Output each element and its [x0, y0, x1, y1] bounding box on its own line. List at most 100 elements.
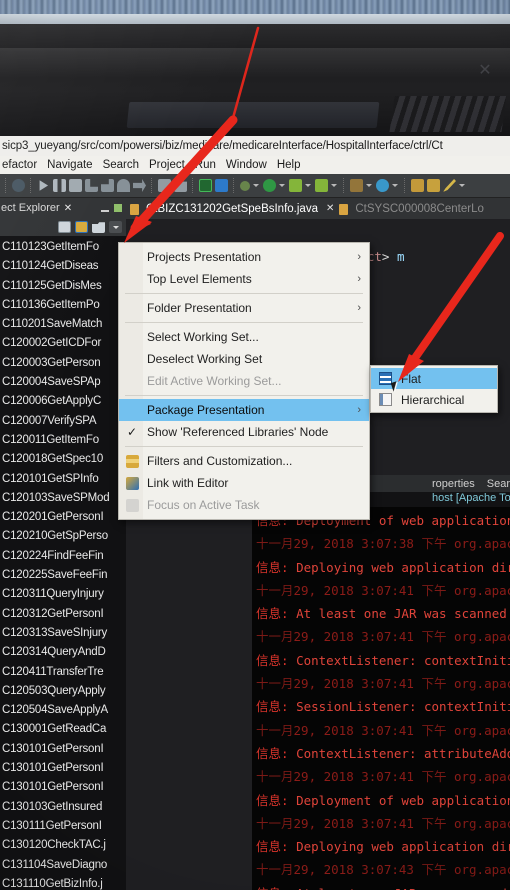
maximize-icon[interactable] — [114, 204, 122, 212]
menu-item-window[interactable]: Window — [226, 156, 267, 174]
save-all-icon[interactable] — [174, 181, 187, 192]
minimize-icon[interactable] — [101, 210, 109, 212]
project-explorer-tree[interactable]: C110123GetItemFo C110124GetDiseas C110125G… — [0, 236, 126, 890]
tree-item[interactable]: C120011GetItemFo — [0, 431, 126, 450]
tab-search[interactable]: Search — [487, 478, 510, 490]
debug-dropdown-icon[interactable] — [253, 179, 260, 192]
tree-item[interactable]: C120411TransferTre — [0, 663, 126, 682]
context-menu-item-label: Deselect Working Set — [147, 352, 263, 366]
tree-item[interactable]: C131104SaveDiagno — [0, 856, 126, 875]
debug-bug-icon[interactable] — [240, 180, 250, 191]
tree-item[interactable]: C120313SaveSInjury — [0, 624, 126, 643]
run-external-icon[interactable] — [289, 179, 302, 192]
open-type-icon[interactable] — [199, 179, 212, 192]
pencil-dropdown-icon[interactable] — [459, 179, 466, 192]
view-menu-button[interactable] — [109, 221, 122, 233]
tree-item[interactable]: C120312GetPersonI — [0, 605, 126, 624]
focus-working-set-icon[interactable] — [92, 222, 105, 233]
block-icon[interactable] — [12, 179, 25, 192]
console-output[interactable]: 信息: Deployment of web application d 十一月29… — [252, 507, 510, 890]
view-context-menu[interactable]: Projects Presentation › Top Level Elements… — [118, 242, 370, 520]
menu-item-project[interactable]: Project — [149, 156, 185, 174]
tree-item[interactable]: C130101GetPersonI — [0, 778, 126, 797]
tree-item[interactable]: C120006GetApplyC — [0, 392, 126, 411]
project-explorer-tab[interactable]: ect Explorer ✕ — [0, 198, 126, 218]
menu-item-refactor[interactable]: efactor — [2, 156, 37, 174]
tree-item[interactable]: C120504SaveApplyA — [0, 701, 126, 720]
context-menu-item[interactable]: Folder Presentation › — [119, 297, 369, 319]
resume-icon[interactable] — [39, 180, 49, 191]
tree-item[interactable]: C120002GetICDFor — [0, 334, 126, 353]
editor-tab-active[interactable]: CtBIZC131202GetSpeBsInfo.java — [146, 203, 318, 215]
close-icon[interactable]: ✕ — [326, 203, 334, 214]
terminate-icon[interactable] — [69, 179, 82, 192]
tree-item[interactable]: C110125GetDisMes — [0, 277, 126, 296]
tab-properties[interactable]: roperties — [432, 478, 475, 490]
submenu-item-flat[interactable]: Flat — [371, 368, 497, 389]
context-menu-item[interactable]: Select Working Set... — [119, 326, 369, 348]
external-dropdown-icon[interactable] — [305, 179, 312, 192]
collapse-all-icon[interactable] — [58, 221, 71, 233]
tree-item[interactable]: C120201GetPersonI — [0, 508, 126, 527]
edit-pencil-icon[interactable] — [443, 179, 456, 192]
menu-item-run[interactable]: Run — [195, 156, 216, 174]
menu-item-navigate[interactable]: Navigate — [47, 156, 92, 174]
profile-dropdown-icon[interactable] — [331, 179, 338, 192]
run-play-icon[interactable] — [263, 179, 276, 192]
context-menu-item[interactable]: ✓ Show 'Referenced Libraries' Node — [119, 421, 369, 443]
context-menu-item[interactable]: Link with Editor — [119, 472, 369, 494]
tree-item[interactable]: C120018GetSpec10 — [0, 450, 126, 469]
tree-item[interactable]: C110201SaveMatch — [0, 315, 126, 334]
run-dropdown-icon[interactable] — [279, 179, 286, 192]
server-icon[interactable] — [350, 179, 363, 192]
spring-icon[interactable] — [376, 179, 389, 192]
tree-item[interactable]: C120225SaveFeeFin — [0, 566, 126, 585]
drop-to-frame-icon[interactable] — [133, 179, 146, 192]
folder-icon[interactable] — [427, 179, 440, 192]
suspend-icon[interactable] — [53, 179, 66, 192]
context-menu-item[interactable]: Top Level Elements › — [119, 268, 369, 290]
step-into-icon[interactable] — [85, 179, 98, 192]
spring-dropdown-icon[interactable] — [392, 179, 399, 192]
context-menu-item-label: Filters and Customization... — [147, 454, 293, 468]
context-menu-item[interactable]: Filters and Customization... — [119, 450, 369, 472]
step-return-icon[interactable] — [117, 179, 130, 192]
tree-item[interactable]: C130101GetPersonI — [0, 759, 126, 778]
editor-tab-inactive[interactable]: CtSYSC000008CenterLo — [355, 203, 484, 215]
tree-item[interactable]: C120224FindFeeFin — [0, 547, 126, 566]
tree-item[interactable]: C130103GetInsured — [0, 798, 126, 817]
tree-item[interactable]: C130001GetReadCa — [0, 720, 126, 739]
tree-item[interactable]: C120003GetPerson — [0, 354, 126, 373]
tree-item[interactable]: C110124GetDiseas — [0, 257, 126, 276]
step-over-icon[interactable] — [101, 179, 114, 192]
link-with-editor-icon[interactable] — [75, 221, 88, 233]
chevron-right-icon: › — [357, 251, 361, 263]
tree-item[interactable]: C110123GetItemFo — [0, 238, 126, 257]
tree-item[interactable]: C120007VerifySPA — [0, 412, 126, 431]
profile-icon[interactable] — [315, 179, 328, 192]
tree-item[interactable]: C130111GetPersonI — [0, 817, 126, 836]
open-folder-icon[interactable] — [411, 179, 424, 192]
server-dropdown-icon[interactable] — [366, 179, 373, 192]
tree-item[interactable]: C120101GetSPInfo — [0, 470, 126, 489]
context-menu-item[interactable]: Package Presentation › — [119, 399, 369, 421]
tree-item[interactable]: C120314QueryAndD — [0, 643, 126, 662]
menu-item-search[interactable]: Search — [103, 156, 139, 174]
tree-item[interactable]: C130120CheckTAC.j — [0, 836, 126, 855]
new-wizard-icon[interactable] — [158, 179, 171, 192]
tree-item[interactable]: C120103SaveSPMod — [0, 489, 126, 508]
tree-item[interactable]: C120210GetSpPerso — [0, 527, 126, 546]
tree-item[interactable]: C120004SaveSPAp — [0, 373, 126, 392]
submenu-item-hierarchical[interactable]: Hierarchical — [371, 389, 497, 410]
tree-item[interactable]: C110136GetItemPo — [0, 296, 126, 315]
tree-item[interactable]: C120503QueryApply — [0, 682, 126, 701]
menu-item-help[interactable]: Help — [277, 156, 301, 174]
tree-item[interactable]: C120311QueryInjury — [0, 585, 126, 604]
annotation-icon[interactable] — [215, 179, 228, 192]
context-menu-item[interactable]: Deselect Working Set — [119, 348, 369, 370]
package-presentation-submenu[interactable]: Flat Hierarchical — [370, 365, 498, 413]
tree-item[interactable]: C130101GetPersonI — [0, 740, 126, 759]
context-menu-item[interactable]: Projects Presentation › — [119, 246, 369, 268]
close-icon[interactable]: ✕ — [64, 203, 72, 214]
tree-item[interactable]: C131110GetBizInfo.j — [0, 875, 126, 890]
